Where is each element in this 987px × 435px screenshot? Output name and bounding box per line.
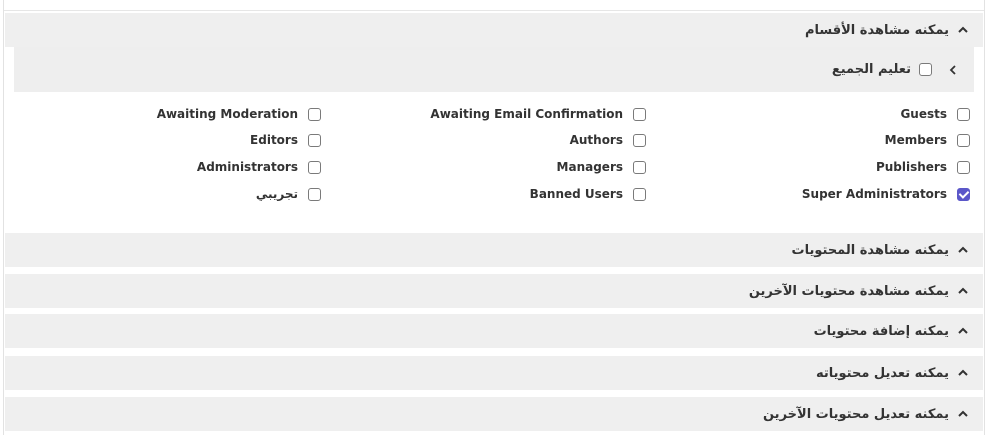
group-checkbox[interactable] <box>633 107 646 121</box>
section-title: يمكنه تعديل محتوياته <box>815 365 949 381</box>
section-title: يمكنه تعديل محتويات الآخرين <box>762 406 949 422</box>
section-header-edit-own-contents[interactable]: يمكنه تعديل محتوياته <box>5 356 983 390</box>
section-title: يمكنه مشاهدة محتويات الآخرين <box>748 283 949 299</box>
group-option-editors[interactable]: Editors <box>250 133 321 147</box>
group-option-publishers[interactable]: Publishers <box>876 160 970 174</box>
select-all-checkbox[interactable] <box>919 63 932 76</box>
group-option-awaiting-email-confirmation[interactable]: Awaiting Email Confirmation <box>430 107 646 121</box>
select-all-bar: تعليم الجميع <box>14 47 974 92</box>
permissions-panel: يمكنه مشاهدة الأقسام تعليم الجميع Guests… <box>3 0 985 435</box>
group-checkbox[interactable] <box>957 160 970 174</box>
chevron-up-icon <box>955 22 971 38</box>
section-header-add-contents[interactable]: يمكنه إضافة محتويات <box>5 314 983 348</box>
chevron-up-icon <box>955 323 971 339</box>
section-title: يمكنه إضافة محتويات <box>813 323 949 339</box>
group-checkbox[interactable] <box>308 187 321 201</box>
group-checkbox[interactable] <box>308 160 321 174</box>
section-header-edit-others-contents[interactable]: يمكنه تعديل محتويات الآخرين <box>5 397 983 431</box>
group-checkbox[interactable] <box>633 133 646 147</box>
group-checkbox[interactable] <box>308 133 321 147</box>
group-option-authors[interactable]: Authors <box>570 133 646 147</box>
group-option-banned-users[interactable]: Banned Users <box>530 187 646 201</box>
group-option-administrators[interactable]: Administrators <box>197 160 321 174</box>
chevron-up-icon <box>955 283 971 299</box>
section-header-view-others-contents[interactable]: يمكنه مشاهدة محتويات الآخرين <box>5 274 983 308</box>
group-option-guests[interactable]: Guests <box>900 107 970 121</box>
group-checkbox[interactable] <box>308 107 321 121</box>
chevron-up-icon <box>955 406 971 422</box>
chevron-up-icon <box>955 365 971 381</box>
group-option-awaiting-moderation[interactable]: Awaiting Moderation <box>157 107 321 121</box>
select-all-label: تعليم الجميع <box>831 62 911 77</box>
group-option-managers[interactable]: Managers <box>557 160 646 174</box>
group-checkbox-grid: Guests Members Publishers Super Administ… <box>4 100 984 220</box>
chevron-up-icon <box>955 242 971 258</box>
group-option-test[interactable]: تجريبي <box>256 187 321 201</box>
section-header-view-contents[interactable]: يمكنه مشاهدة المحتويات <box>5 233 983 267</box>
chevron-left-icon[interactable] <box>946 63 960 77</box>
section-header-view-categories[interactable]: يمكنه مشاهدة الأقسام <box>5 13 983 47</box>
top-divider <box>4 0 984 11</box>
group-checkbox-checked[interactable] <box>957 187 970 201</box>
group-checkbox[interactable] <box>957 107 970 121</box>
section-title: يمكنه مشاهدة الأقسام <box>804 22 949 38</box>
group-checkbox[interactable] <box>957 133 970 147</box>
group-checkbox[interactable] <box>633 160 646 174</box>
group-option-super-administrators[interactable]: Super Administrators <box>802 187 970 201</box>
group-checkbox[interactable] <box>633 187 646 201</box>
section-title: يمكنه مشاهدة المحتويات <box>791 242 949 258</box>
group-option-members[interactable]: Members <box>885 133 970 147</box>
